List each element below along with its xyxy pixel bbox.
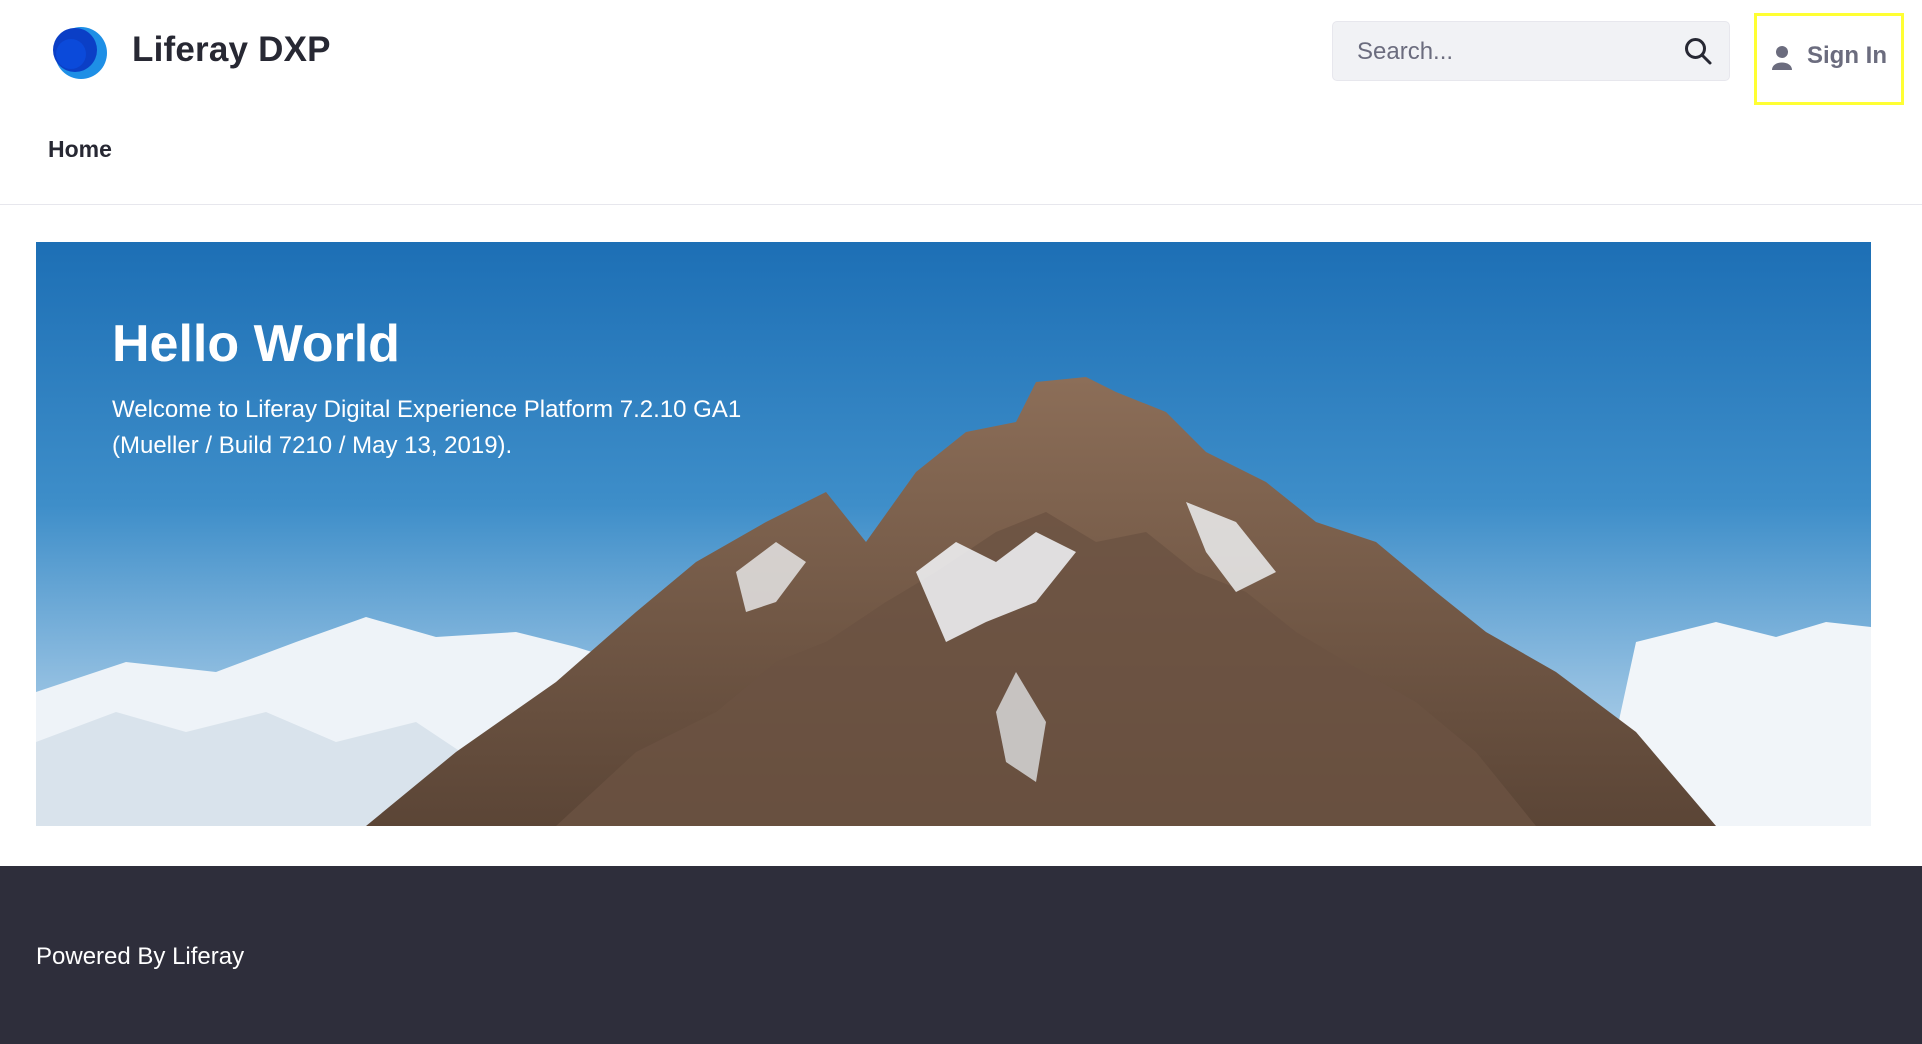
site-header: Liferay DXP Sign In Home — [0, 0, 1922, 205]
hero-banner: Hello World Welcome to Liferay Digital E… — [36, 242, 1871, 826]
sign-in-label: Sign In — [1807, 42, 1887, 69]
sign-in-button[interactable]: Sign In — [1754, 13, 1904, 105]
hero-title: Hello World — [112, 315, 400, 373]
footer-powered-by[interactable]: Powered By Liferay — [36, 943, 244, 971]
hero-description: Welcome to Liferay Digital Experience Pl… — [112, 396, 742, 459]
user-icon — [1772, 46, 1792, 70]
search-bar — [1332, 21, 1730, 82]
liferay-logo-icon[interactable] — [48, 24, 108, 80]
search-input[interactable] — [1355, 22, 1679, 82]
site-name[interactable]: Liferay DXP — [132, 30, 331, 70]
nav-item-home[interactable]: Home — [48, 136, 112, 163]
site-footer: Powered By Liferay — [0, 866, 1922, 1044]
search-icon[interactable] — [1683, 36, 1713, 66]
